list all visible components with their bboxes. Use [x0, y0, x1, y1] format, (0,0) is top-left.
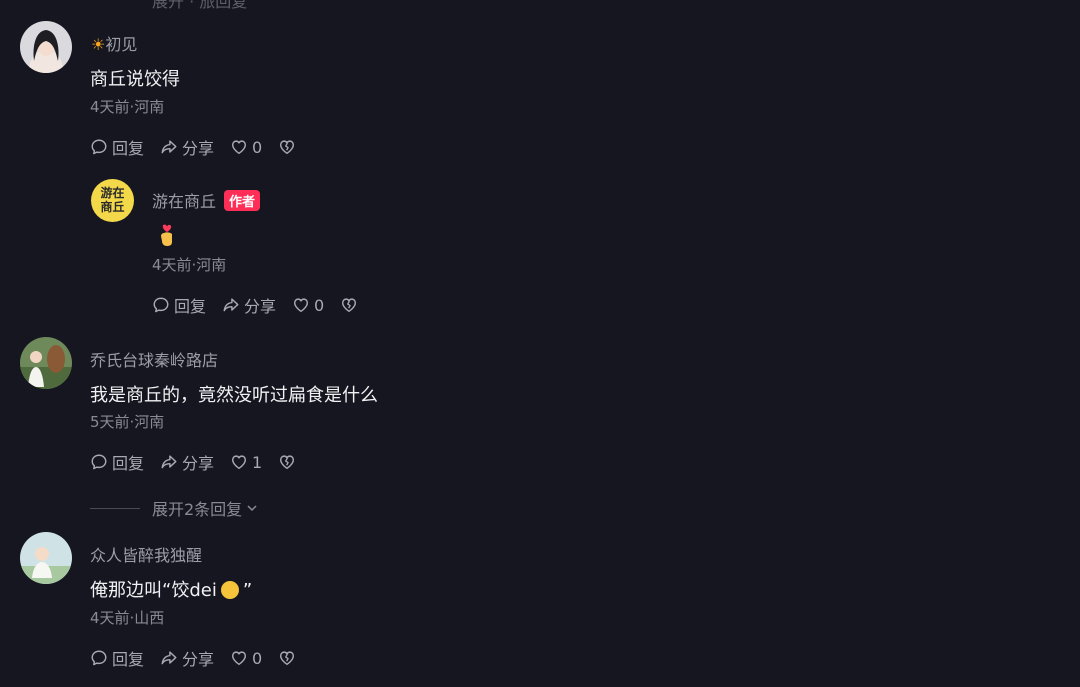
- comment-actions: 回复 分享 0: [90, 136, 316, 158]
- collapsed-replies-partial: 展开 · 旅回复: [0, 0, 1080, 11]
- author-badge: 作者: [224, 190, 261, 211]
- reply-button[interactable]: 回复: [90, 646, 144, 670]
- comment-meta: 4天前·山西: [90, 609, 165, 627]
- like-button[interactable]: 0: [230, 138, 262, 157]
- heart-icon: [230, 649, 248, 667]
- share-icon: [160, 138, 178, 156]
- heart-icon: [292, 296, 310, 314]
- like-button[interactable]: 0: [292, 296, 324, 315]
- broken-heart-icon: [278, 453, 296, 471]
- divider: [90, 507, 140, 509]
- dislike-button[interactable]: [278, 138, 300, 156]
- partial-text: 展开 · 旅回复: [152, 0, 248, 11]
- reply-emoji-finger-heart: [158, 223, 176, 252]
- broken-heart-icon: [278, 138, 296, 156]
- comment-text: 俺那边叫“饺dei”: [90, 580, 253, 601]
- reply-actions: 回复 分享 0: [152, 294, 378, 316]
- comment-meta: 4天前·河南: [90, 98, 165, 116]
- comment-icon: [90, 138, 108, 156]
- reply-username[interactable]: 游在商丘 作者: [152, 188, 261, 212]
- comment-icon: [90, 453, 108, 471]
- comment-actions: 回复 分享 0: [90, 647, 316, 669]
- avatar[interactable]: [20, 532, 72, 584]
- dislike-button[interactable]: [340, 296, 362, 314]
- share-button[interactable]: 分享: [160, 450, 214, 474]
- comment-text: 我是商丘的，竟然没听过扁食是什么: [90, 385, 378, 406]
- chevron-down-icon: [247, 505, 257, 512]
- comment-text: 商丘说饺得: [90, 69, 180, 90]
- dislike-button[interactable]: [278, 453, 300, 471]
- username[interactable]: ☀初见: [91, 31, 137, 55]
- reply-button[interactable]: 回复: [90, 135, 144, 159]
- avatar[interactable]: [20, 337, 72, 389]
- share-button[interactable]: 分享: [160, 135, 214, 159]
- author-avatar-text: 游在商丘: [100, 186, 125, 214]
- broken-heart-icon: [340, 296, 358, 314]
- like-button[interactable]: 0: [230, 649, 262, 668]
- comment-icon: [152, 296, 170, 314]
- heart-icon: [230, 453, 248, 471]
- share-icon: [160, 453, 178, 471]
- share-button[interactable]: 分享: [160, 646, 214, 670]
- author-avatar[interactable]: 游在商丘: [91, 179, 134, 222]
- share-icon: [160, 649, 178, 667]
- reply-button[interactable]: 回复: [152, 293, 206, 317]
- share-button[interactable]: 分享: [222, 293, 276, 317]
- finger-heart-emoji-icon: [161, 224, 172, 246]
- heart-icon: [230, 138, 248, 156]
- comment-icon: [90, 649, 108, 667]
- comment-actions: 回复 分享 1: [90, 451, 316, 473]
- sun-icon: ☀: [91, 35, 106, 54]
- avatar[interactable]: [20, 21, 72, 73]
- thinking-emoji-icon: [220, 581, 239, 599]
- reply-meta: 4天前·河南: [152, 256, 227, 274]
- share-icon: [222, 296, 240, 314]
- dislike-button[interactable]: [278, 649, 300, 667]
- reply-button[interactable]: 回复: [90, 450, 144, 474]
- broken-heart-icon: [278, 649, 296, 667]
- like-button[interactable]: 1: [230, 453, 262, 472]
- username[interactable]: 众人皆醉我独醒: [90, 542, 202, 566]
- expand-replies-button[interactable]: 展开2条回复: [90, 496, 259, 520]
- username[interactable]: 乔氏台球秦岭路店: [90, 347, 218, 371]
- comment-meta: 5天前·河南: [90, 413, 165, 431]
